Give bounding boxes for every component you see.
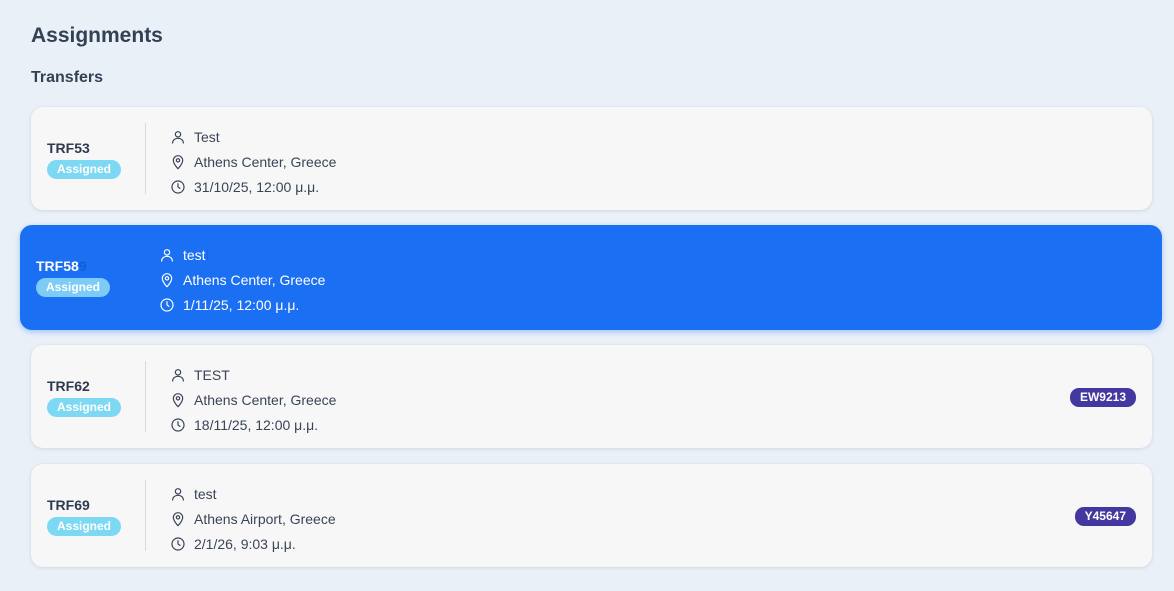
user-icon <box>170 129 186 145</box>
map-pin-icon <box>170 392 186 408</box>
datetime-text: 1/11/25, 12:00 μ.μ. <box>183 296 300 313</box>
page-title: Assignments <box>31 24 163 47</box>
transfer-code: TRF62 <box>47 378 90 394</box>
location-text: Athens Airport, Greece <box>194 510 336 527</box>
user-icon <box>159 247 175 263</box>
datetime-text: 31/10/25, 12:00 μ.μ. <box>194 178 320 195</box>
datetime-text: 2/1/26, 9:03 μ.μ. <box>194 535 296 552</box>
clock-icon <box>170 536 186 552</box>
passenger-name: test <box>194 485 217 502</box>
clock-icon <box>170 179 186 195</box>
card-divider <box>134 241 135 314</box>
status-badge: Assigned <box>47 160 122 179</box>
transfer-card-trf53[interactable]: TRF53 Assigned Test Athens Center, Greec… <box>31 107 1152 210</box>
passenger-name: testl <box>183 246 209 263</box>
status-badge: Assigned <box>47 517 122 536</box>
transfer-code: TRF53 <box>47 140 90 156</box>
transfer-code: TRF589 <box>36 258 87 274</box>
card-divider <box>145 361 146 432</box>
section-title-transfers: Transfers <box>31 69 104 86</box>
map-pin-icon <box>159 272 175 288</box>
status-badge: Assigned <box>47 398 122 417</box>
card-divider <box>145 123 146 194</box>
location-text: Athens Center, Greece <box>194 153 337 170</box>
flight-number-badge: Y45647 <box>1074 507 1136 526</box>
passenger-name: TEST <box>194 366 230 383</box>
transfer-card-trf69[interactable]: TRF69 Assigned test Athens Airport, Gree… <box>31 464 1152 567</box>
transfer-code: TRF69 <box>47 497 90 513</box>
card-divider <box>145 480 146 551</box>
flight-number-badge: EW9213 <box>1069 388 1136 407</box>
transfer-card-trf58[interactable]: TRF589 Assigned testl Athens Center, Gre… <box>20 225 1162 330</box>
location-text: Athens Center, Greece <box>194 391 337 408</box>
clock-icon <box>159 297 175 313</box>
status-badge: Assigned <box>36 278 111 297</box>
clock-icon <box>170 417 186 433</box>
user-icon <box>170 486 186 502</box>
transfer-card-trf62[interactable]: TRF62 Assigned TEST Athens Center, Greec… <box>31 345 1152 448</box>
location-text: Athens Center, Greece <box>183 271 326 288</box>
map-pin-icon <box>170 154 186 170</box>
datetime-text: 18/11/25, 12:00 μ.μ. <box>194 416 319 433</box>
passenger-name: Test <box>194 128 220 145</box>
user-icon <box>170 367 186 383</box>
map-pin-icon <box>170 511 186 527</box>
